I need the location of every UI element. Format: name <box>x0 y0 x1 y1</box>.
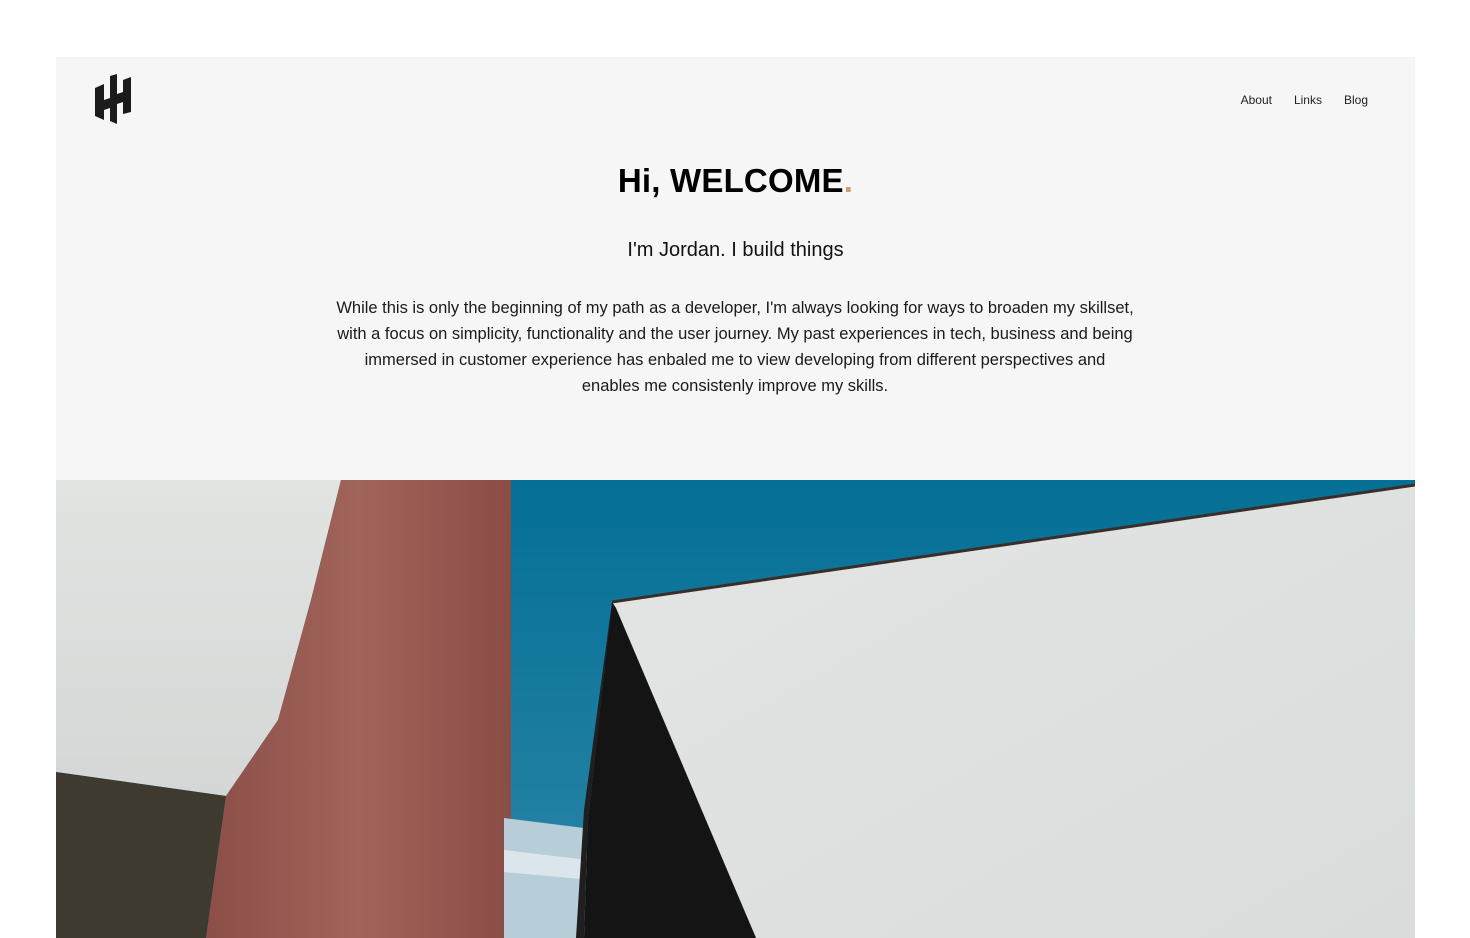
hero-title-text: Hi, WELCOME <box>617 162 844 199</box>
nav-about-link[interactable]: About <box>1241 93 1272 107</box>
page-container: About Links Blog Hi, WELCOME. I'm Jordan… <box>56 57 1415 938</box>
hero-intro-paragraph: While this is only the beginning of my p… <box>336 299 1134 395</box>
hh-monogram-logo-icon[interactable] <box>93 74 133 126</box>
architecture-hero-image <box>56 480 1415 938</box>
hero-tagline: I'm Jordan. I build things <box>627 239 844 261</box>
main-nav: About Links Blog <box>1241 93 1368 107</box>
hero-title: Hi, WELCOME. <box>56 162 1415 200</box>
nav-blog-link[interactable]: Blog <box>1344 93 1368 107</box>
nav-links-link[interactable]: Links <box>1294 93 1322 107</box>
hero-title-dot: . <box>843 162 854 199</box>
